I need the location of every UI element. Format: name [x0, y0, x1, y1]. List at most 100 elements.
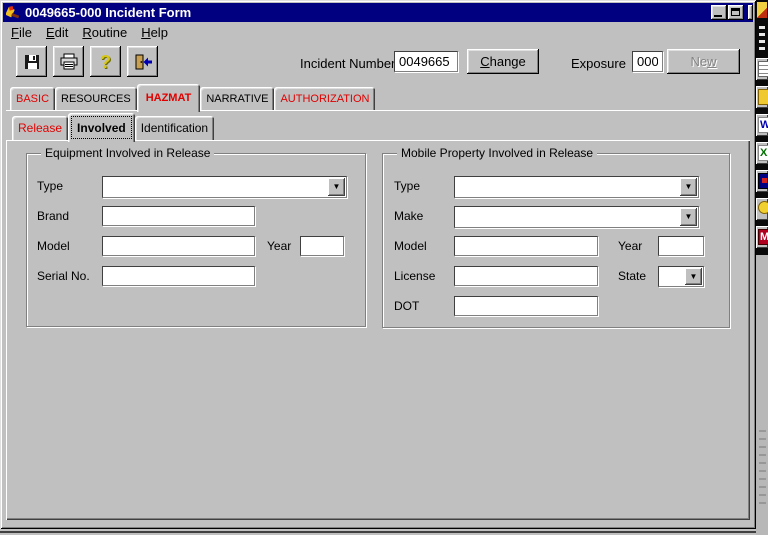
- new-button-label-u: w: [707, 54, 716, 69]
- chevron-down-icon: ▼: [685, 213, 693, 221]
- mobile-state-dropdown-arrow[interactable]: ▼: [685, 268, 702, 285]
- mobile-state-dropdown[interactable]: ▼: [658, 266, 704, 287]
- equipment-groupbox: Equipment Involved in Release Type ▼ Bra…: [26, 153, 366, 327]
- sub-tab-bar: Release Involved Identification: [12, 113, 214, 140]
- clock-icon[interactable]: [756, 198, 768, 220]
- change-button-label-rest: hange: [490, 54, 526, 69]
- excel-icon[interactable]: X: [756, 142, 768, 164]
- mobile-model-field[interactable]: [454, 236, 598, 256]
- menu-help[interactable]: Help: [134, 25, 175, 40]
- tab-narrative-label: NARRATIVE: [206, 93, 268, 105]
- tab-basic-label: BASIC: [16, 93, 49, 105]
- question-mark-icon: ?: [100, 53, 111, 71]
- equipment-year-field[interactable]: [300, 236, 344, 256]
- tab-release[interactable]: Release: [12, 116, 68, 140]
- equipment-year-label: Year: [267, 239, 291, 253]
- shortcut-bar-dots: [759, 26, 765, 54]
- equipment-type-dropdown-arrow[interactable]: ▼: [328, 178, 345, 196]
- tab-hazmat-label: HAZMAT: [146, 92, 192, 104]
- mobile-type-dropdown[interactable]: ▼: [454, 176, 699, 198]
- chevron-down-icon: ▼: [690, 273, 698, 281]
- tab-narrative[interactable]: NARRATIVE: [200, 87, 274, 110]
- exit-door-icon: [133, 53, 153, 71]
- change-button-label: C: [480, 54, 489, 69]
- menu-file-label-rest: ile: [19, 25, 32, 40]
- chevron-down-icon: ▼: [333, 183, 341, 191]
- mobile-type-dropdown-arrow[interactable]: ▼: [680, 178, 697, 196]
- tab-identification[interactable]: Identification: [135, 116, 214, 140]
- menu-routine-label-rest: outine: [92, 25, 127, 40]
- access-icon[interactable]: M: [756, 226, 768, 248]
- docked-shortcut-bar: W X M: [756, 0, 768, 535]
- mobile-make-dropdown[interactable]: ▼: [454, 206, 699, 228]
- maximize-icon: [731, 8, 740, 16]
- tab-involved-label: Involved: [77, 121, 126, 135]
- equipment-type-label: Type: [37, 179, 63, 193]
- help-button[interactable]: ?: [90, 46, 121, 77]
- mobile-license-field[interactable]: [454, 266, 598, 286]
- menu-routine-label: R: [82, 25, 91, 40]
- mobile-dot-field[interactable]: [454, 296, 598, 316]
- save-button[interactable]: [16, 46, 47, 77]
- tab-authorization-label: AUTHORIZATION: [280, 93, 369, 105]
- menu-edit-label-rest: dit: [55, 25, 69, 40]
- incident-form-window: 0049665-000 Incident Form File Edit Rout…: [0, 0, 756, 529]
- folder-icon[interactable]: [756, 86, 768, 108]
- menu-edit[interactable]: Edit: [39, 25, 75, 40]
- equipment-serial-label: Serial No.: [37, 269, 90, 283]
- app-icon: [6, 5, 21, 20]
- edge-artifact: [759, 430, 766, 510]
- new-button[interactable]: New: [667, 49, 740, 74]
- floppy-disk-icon: [23, 53, 41, 71]
- printer-icon: [59, 53, 79, 71]
- mobile-group-title: Mobile Property Involved in Release: [397, 146, 597, 160]
- new-button-label: Ne: [690, 54, 707, 69]
- minimize-button[interactable]: [711, 5, 727, 20]
- tab-hazmat[interactable]: HAZMAT: [137, 84, 201, 112]
- titlebar[interactable]: 0049665-000 Incident Form: [3, 3, 753, 22]
- print-button[interactable]: [53, 46, 84, 77]
- tab-basic[interactable]: BASIC: [10, 87, 55, 110]
- minimize-icon: [714, 15, 722, 17]
- mobile-type-label: Type: [394, 179, 420, 193]
- equipment-group-title: Equipment Involved in Release: [41, 146, 214, 160]
- menu-edit-label: E: [46, 25, 55, 40]
- mobile-state-label: State: [618, 269, 646, 283]
- maximize-button[interactable]: [728, 5, 744, 20]
- incident-number-label: Incident Number: [300, 56, 395, 71]
- mobile-year-label: Year: [618, 239, 642, 253]
- close-button[interactable]: [748, 5, 753, 20]
- equipment-type-dropdown[interactable]: ▼: [102, 176, 347, 198]
- equipment-brand-label: Brand: [37, 209, 69, 223]
- tab-resources[interactable]: RESOURCES: [55, 87, 137, 110]
- menu-routine[interactable]: Routine: [75, 25, 134, 40]
- equipment-model-field[interactable]: [102, 236, 255, 256]
- exit-button[interactable]: [127, 46, 158, 77]
- menu-file-label: F: [11, 25, 19, 40]
- equipment-serial-field[interactable]: [102, 266, 255, 286]
- tab-involved[interactable]: Involved: [68, 113, 135, 142]
- monitor-icon[interactable]: [756, 170, 768, 192]
- mobile-dot-label: DOT: [394, 299, 419, 313]
- mobile-year-field[interactable]: [658, 236, 704, 256]
- tab-release-label: Release: [18, 121, 62, 135]
- tab-resources-label: RESOURCES: [61, 93, 131, 105]
- menu-help-label-rest: elp: [151, 25, 168, 40]
- mobile-make-label: Make: [394, 209, 423, 223]
- change-button[interactable]: Change: [467, 49, 539, 74]
- mobile-property-groupbox: Mobile Property Involved in Release Type…: [382, 153, 730, 328]
- exposure-field[interactable]: [632, 51, 663, 72]
- menu-file[interactable]: File: [4, 25, 39, 40]
- tab-authorization[interactable]: AUTHORIZATION: [274, 87, 375, 110]
- word-icon[interactable]: W: [756, 114, 768, 136]
- mobile-make-dropdown-arrow[interactable]: ▼: [680, 208, 697, 226]
- window-title: 0049665-000 Incident Form: [25, 5, 191, 20]
- exposure-label: Exposure: [571, 56, 626, 71]
- equipment-brand-field[interactable]: [102, 206, 255, 226]
- incident-number-field[interactable]: [394, 51, 458, 72]
- notepad-icon[interactable]: [756, 58, 768, 80]
- tab-identification-label: Identification: [141, 121, 208, 135]
- equipment-model-label: Model: [37, 239, 70, 253]
- screen: 0049665-000 Incident Form File Edit Rout…: [0, 0, 768, 535]
- taskbar-edge: [0, 531, 756, 533]
